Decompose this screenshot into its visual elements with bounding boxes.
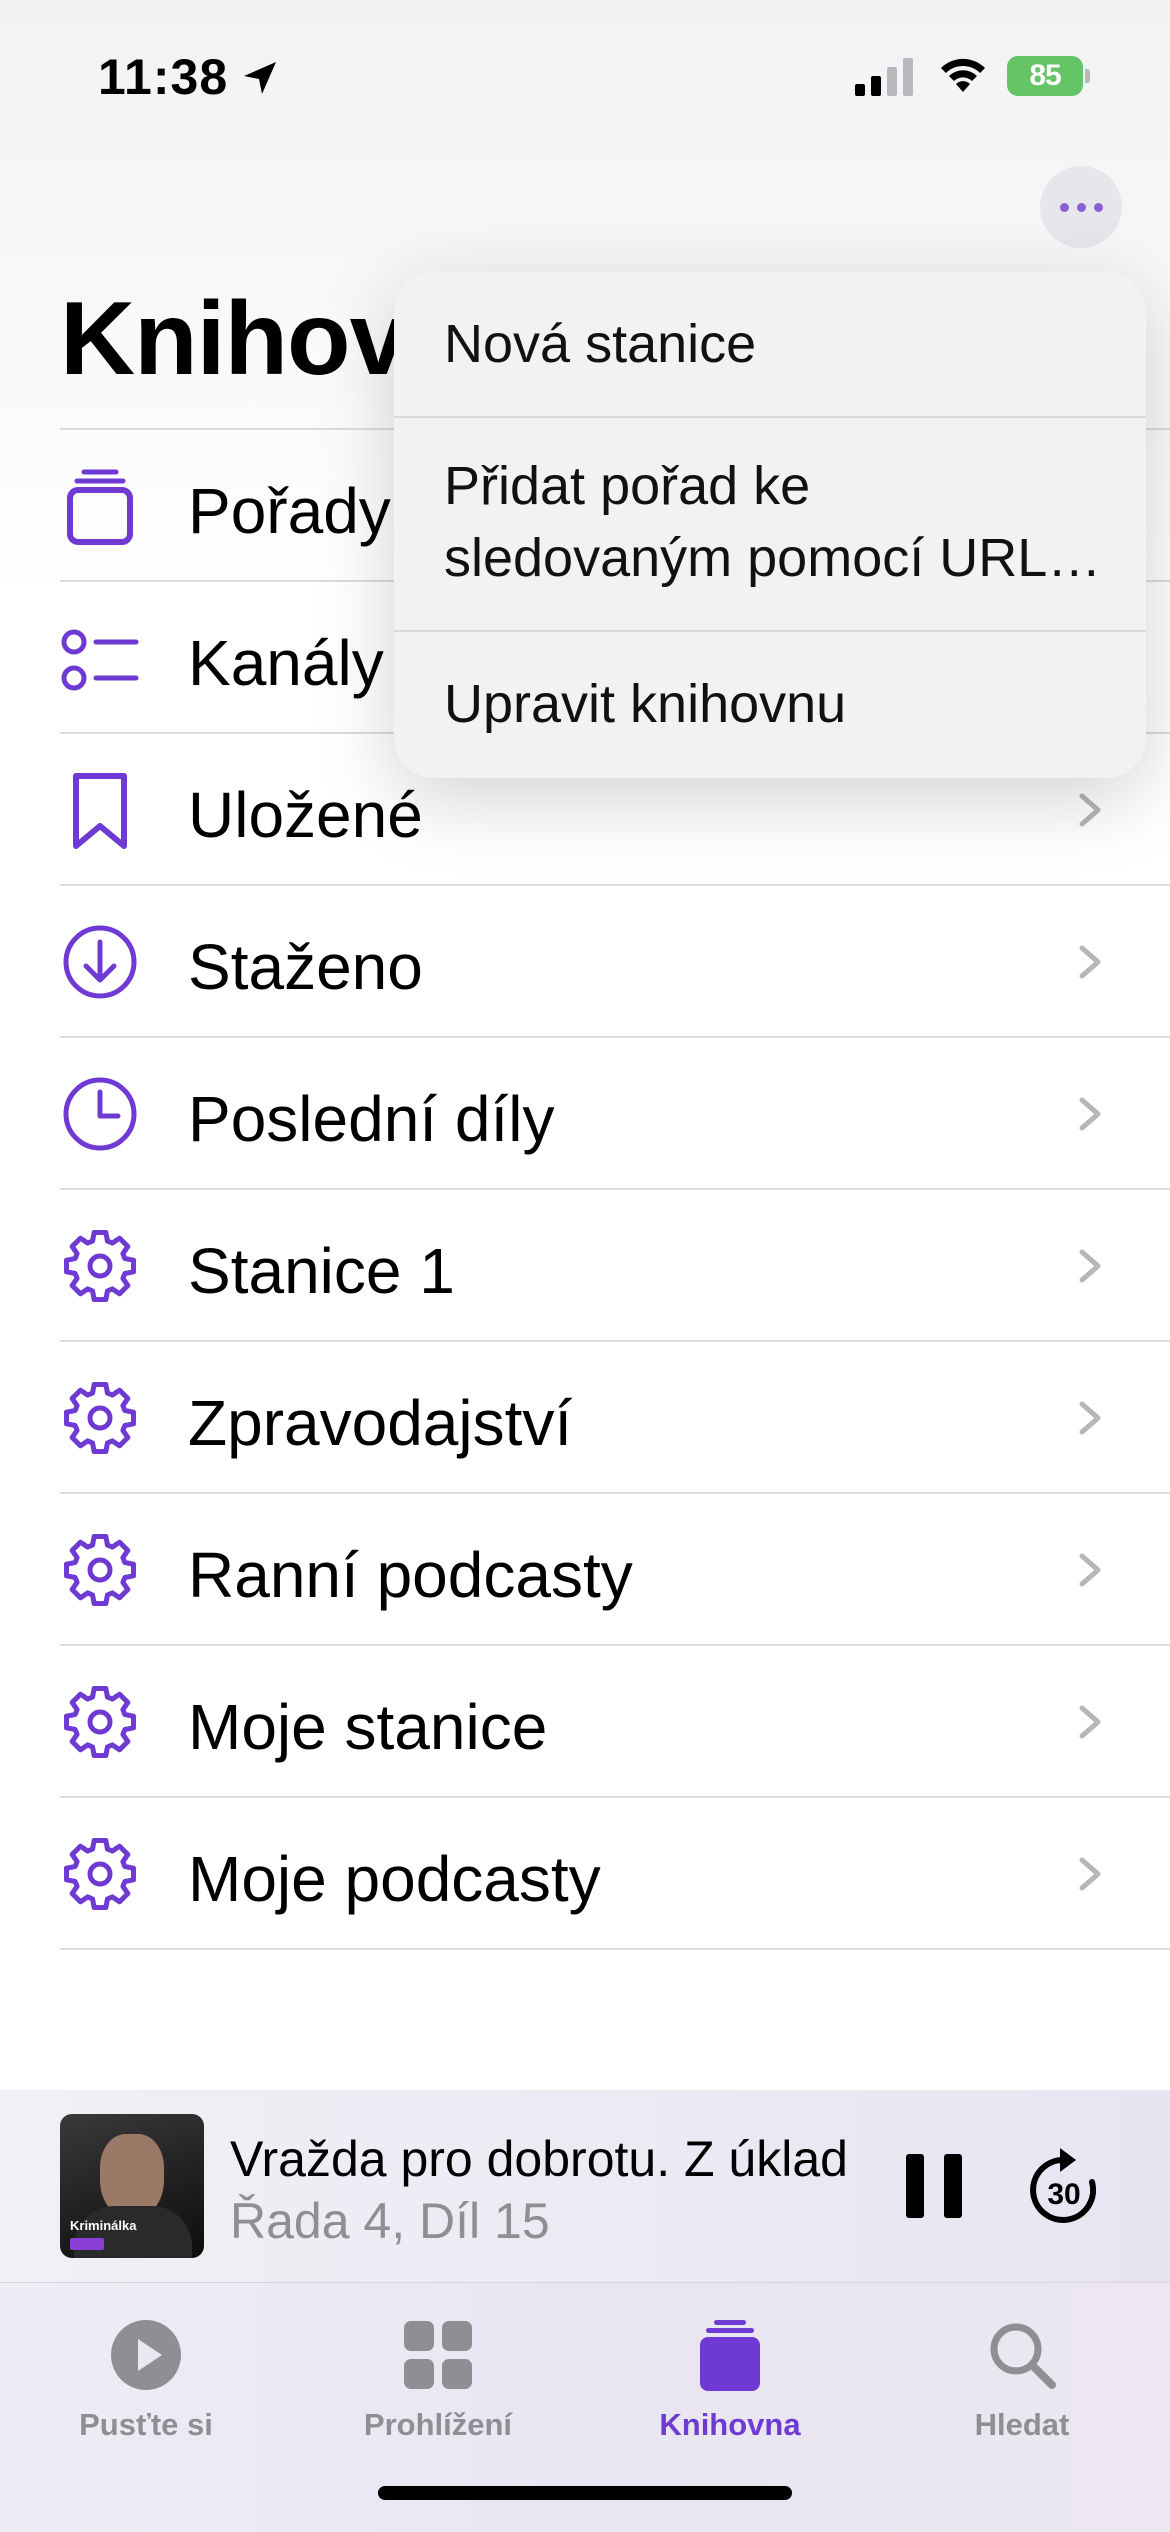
menu-item-label: Upravit knihovnu: [444, 674, 847, 734]
play-circle-icon: [111, 2320, 181, 2390]
now-playing-subtitle: Řada 4, Díl 15: [230, 2193, 550, 2249]
menu-item-new-station[interactable]: Nová stanice: [394, 272, 1146, 418]
library-item-ranni-podcasty[interactable]: Ranní podcasty: [60, 1492, 1170, 1644]
search-icon: [990, 2323, 1056, 2389]
chevron-right-icon: [1079, 1097, 1101, 1131]
menu-item-label: Přidat pořad ke: [444, 456, 811, 516]
gear-icon: [64, 1382, 136, 1454]
mini-player[interactable]: Kriminálka Vražda pro dobrotu. Z úklad Ř…: [0, 2090, 1170, 2282]
list-divider: [60, 1948, 1170, 1950]
gear-icon: [64, 1230, 136, 1302]
menu-item-edit-library[interactable]: Upravit knihovnu: [394, 632, 1146, 774]
library-item-label: Poslední díly: [188, 1083, 555, 1155]
library-item-label: Zpravodajství: [188, 1387, 573, 1459]
ellipsis-icon: [1059, 202, 1069, 212]
tab-pustte-si[interactable]: Pusťte si: [26, 2299, 266, 2449]
library-item-moje-stanice[interactable]: Moje stanice: [60, 1644, 1170, 1796]
menu-item-add-show-by-url[interactable]: Přidat pořad ke sledovaným pomocí URL…: [394, 418, 1146, 632]
more-button[interactable]: [1040, 166, 1122, 248]
library-item-posledni-dily[interactable]: Poslední díly: [60, 1036, 1170, 1188]
artwork-badge: [70, 2238, 104, 2250]
gear-icon: [64, 1534, 136, 1606]
library-stack-icon: [700, 2320, 760, 2391]
tab-knihovna[interactable]: Knihovna: [610, 2299, 850, 2449]
library-item-label: Uložené: [188, 779, 423, 851]
gear-icon: [64, 1838, 136, 1910]
library-item-label: Stanice 1: [188, 1235, 455, 1307]
battery-cap: [1085, 69, 1090, 83]
list-icon: [61, 629, 139, 691]
menu-item-label-line2: sledovaným pomocí URL…: [444, 528, 1102, 588]
status-bar: 11:38 85: [0, 0, 1170, 150]
now-playing-title: Vražda pro dobrotu. Z úklad: [230, 2131, 848, 2187]
chevron-right-icon: [1079, 1857, 1101, 1891]
tab-label: Prohlížení: [363, 2407, 513, 2442]
skip-seconds: 30: [1047, 2178, 1080, 2211]
library-item-label: Moje podcasty: [188, 1843, 601, 1915]
location-arrow-icon: [244, 62, 276, 94]
gear-icon: [64, 1686, 136, 1758]
chevron-right-icon: [1079, 1553, 1101, 1587]
library-item-stanice-1[interactable]: Stanice 1: [60, 1188, 1170, 1340]
library-item-label: Ranní podcasty: [188, 1539, 633, 1611]
tab-label: Hledat: [974, 2407, 1070, 2442]
grid-icon: [404, 2321, 472, 2389]
ellipsis-dot: [1076, 202, 1086, 212]
tab-hledat[interactable]: Hledat: [902, 2299, 1142, 2449]
library-item-label: Pořady: [188, 475, 391, 547]
library-item-zpravodajstvi[interactable]: Zpravodajství: [60, 1340, 1170, 1492]
clock-icon: [63, 1077, 137, 1151]
tab-label: Knihovna: [659, 2407, 801, 2442]
library-item-label: Moje stanice: [188, 1691, 548, 1763]
pause-icon: [906, 2154, 924, 2218]
download-circle-icon: [63, 925, 137, 999]
chevron-right-icon: [1079, 1401, 1101, 1435]
library-item-moje-podcasty[interactable]: Moje podcasty: [60, 1796, 1170, 1948]
chevron-right-icon: [1079, 945, 1101, 979]
ellipsis-dot: [1093, 202, 1103, 212]
episode-artwork: Kriminálka: [60, 2114, 204, 2258]
stack-icon: [67, 469, 133, 545]
battery-level: 85: [1007, 56, 1083, 96]
chevron-right-icon: [1079, 793, 1101, 827]
chevron-right-icon: [1079, 1705, 1101, 1739]
menu-item-label: Nová stanice: [444, 314, 757, 374]
tab-prohlizeni[interactable]: Prohlížení: [318, 2299, 558, 2449]
pause-icon-bar: [944, 2154, 962, 2218]
library-item-label: Kanály: [188, 627, 384, 699]
tab-label: Pusťte si: [79, 2407, 213, 2442]
context-menu: Nová stanice Přidat pořad ke sledovaným …: [394, 272, 1146, 778]
library-item-stazeno[interactable]: Staženo: [60, 884, 1170, 1036]
skip-forward-30-button[interactable]: 30: [1024, 2142, 1104, 2230]
wifi-icon: [941, 58, 985, 92]
library-item-label: Staženo: [188, 931, 423, 1003]
battery-charging-icon: 85: [1007, 56, 1091, 96]
chevron-right-icon: [1079, 1249, 1101, 1283]
status-time: 11:38: [98, 49, 229, 105]
bookmark-icon: [73, 773, 127, 849]
home-indicator: [378, 2486, 792, 2500]
pause-button[interactable]: [906, 2154, 962, 2218]
artwork-title: Kriminálka: [70, 2218, 137, 2233]
cellular-signal-icon: [855, 58, 913, 96]
